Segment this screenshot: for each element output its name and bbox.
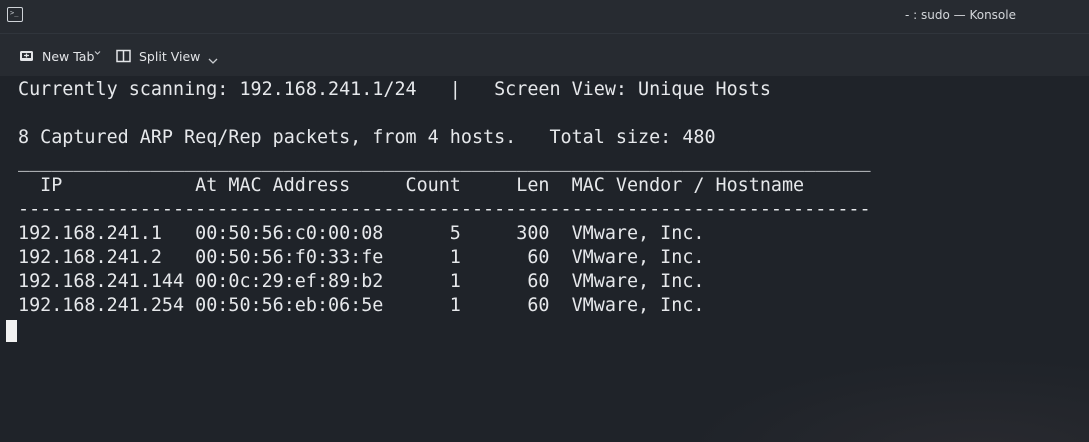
table-row: 192.168.241.2 00:50:56:f0:33:fe 1 60 VMw… bbox=[18, 247, 705, 268]
table-row: 192.168.241.254 00:50:56:eb:06:5e 1 60 V… bbox=[18, 295, 705, 316]
table-top-rule: ________________________________________… bbox=[18, 151, 871, 172]
terminal-output[interactable]: Currently scanning: 192.168.241.1/24 | S… bbox=[0, 76, 1089, 442]
split-view-button[interactable]: Split View bbox=[116, 46, 218, 66]
capture-summary-line: 8 Captured ARP Req/Rep packets, from 4 h… bbox=[18, 127, 716, 148]
title-bar[interactable]: >_ - : sudo — Konsole bbox=[0, 0, 1089, 34]
new-tab-icon bbox=[19, 49, 34, 63]
terminal-cursor bbox=[6, 320, 17, 342]
toolbar: New Tab Split View bbox=[0, 34, 1089, 76]
split-view-icon bbox=[116, 49, 131, 63]
table-row: 192.168.241.1 00:50:56:c0:00:08 5 300 VM… bbox=[18, 223, 705, 244]
terminal-app-icon[interactable]: >_ bbox=[7, 7, 23, 22]
table-header: IP At MAC Address Count Len MAC Vendor /… bbox=[18, 175, 805, 196]
split-view-label: Split View bbox=[139, 48, 201, 64]
new-tab-menu-chevron-icon[interactable] bbox=[94, 50, 101, 56]
new-tab-label: New Tab bbox=[42, 48, 95, 64]
table-row: 192.168.241.144 00:0c:29:ef:89:b2 1 60 V… bbox=[18, 271, 705, 292]
chevron-down-icon[interactable] bbox=[208, 53, 218, 64]
konsole-window: >_ - : sudo — Konsole New Tab Split View… bbox=[0, 0, 1089, 442]
table-header-rule: ----------------------------------------… bbox=[18, 199, 871, 220]
new-tab-button[interactable]: New Tab bbox=[19, 46, 94, 66]
window-title: - : sudo — Konsole bbox=[905, 8, 1016, 22]
scan-status-line: Currently scanning: 192.168.241.1/24 | S… bbox=[18, 79, 771, 100]
